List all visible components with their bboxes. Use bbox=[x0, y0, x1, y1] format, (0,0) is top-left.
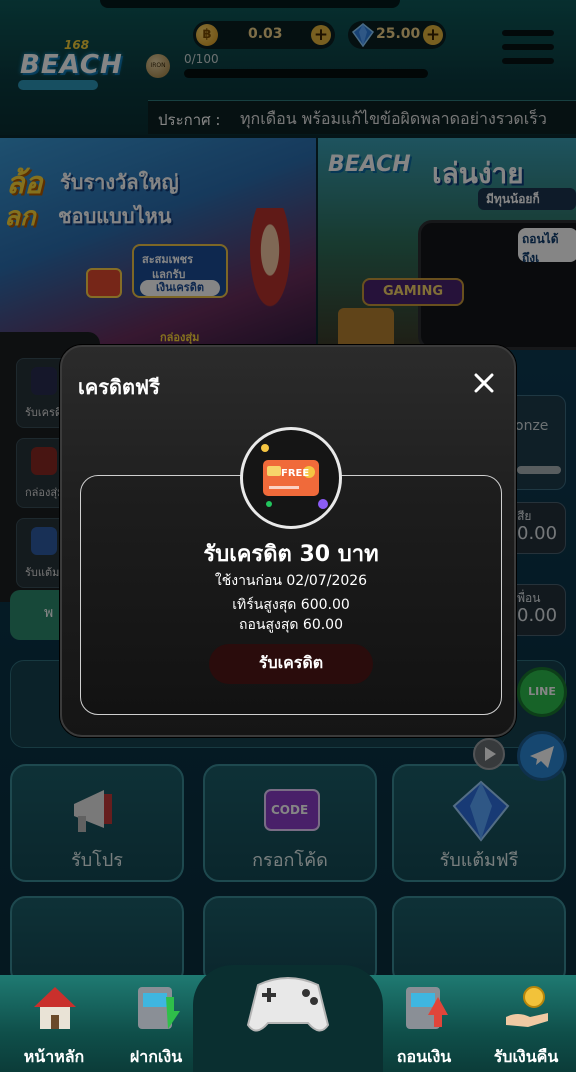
free-credit-modal: เครดิตฟรี FREE รับเครดิต 30 บาท ใช้งานก่… bbox=[60, 345, 516, 737]
nav-label: รับเงินคืน bbox=[493, 1047, 559, 1066]
nav-item-games[interactable] bbox=[240, 945, 336, 1055]
claim-credit-button[interactable]: รับเครดิต bbox=[209, 644, 373, 684]
reward-max-turnover: เทิร์นสูงสุด 600.00 bbox=[232, 597, 350, 613]
nav-label: ฝากเงิน bbox=[129, 1047, 183, 1066]
bottom-navigation: หน้าหลัก ฝากเงิน ถอนเงิน รับเงินคืน bbox=[0, 965, 576, 1072]
cashback-hand-icon bbox=[506, 986, 548, 1027]
deposit-atm-icon bbox=[138, 987, 180, 1029]
modal-title: เครดิตฟรี bbox=[78, 375, 160, 399]
nav-item-cashback[interactable]: รับเงินคืน bbox=[476, 979, 576, 1069]
reward-max-withdraw: ถอนสูงสุด 60.00 bbox=[238, 617, 343, 633]
free-credit-card-icon: FREE bbox=[240, 427, 342, 529]
gamepad-icon bbox=[246, 977, 330, 1032]
close-icon[interactable] bbox=[470, 369, 498, 397]
free-label: FREE bbox=[281, 468, 309, 479]
nav-item-withdraw[interactable]: ถอนเงิน bbox=[374, 979, 474, 1069]
nav-label: หน้าหลัก bbox=[23, 1047, 85, 1066]
nav-label: ถอนเงิน bbox=[396, 1047, 452, 1066]
nav-item-home[interactable]: หน้าหลัก bbox=[4, 979, 104, 1069]
withdraw-atm-icon bbox=[406, 987, 448, 1029]
nav-item-deposit[interactable]: ฝากเงิน bbox=[106, 979, 206, 1069]
reward-title: รับเครดิต 30 บาท bbox=[203, 542, 379, 567]
reward-expire-date: ใช้งานก่อน 02/07/2026 bbox=[214, 573, 368, 589]
home-icon bbox=[34, 987, 76, 1029]
